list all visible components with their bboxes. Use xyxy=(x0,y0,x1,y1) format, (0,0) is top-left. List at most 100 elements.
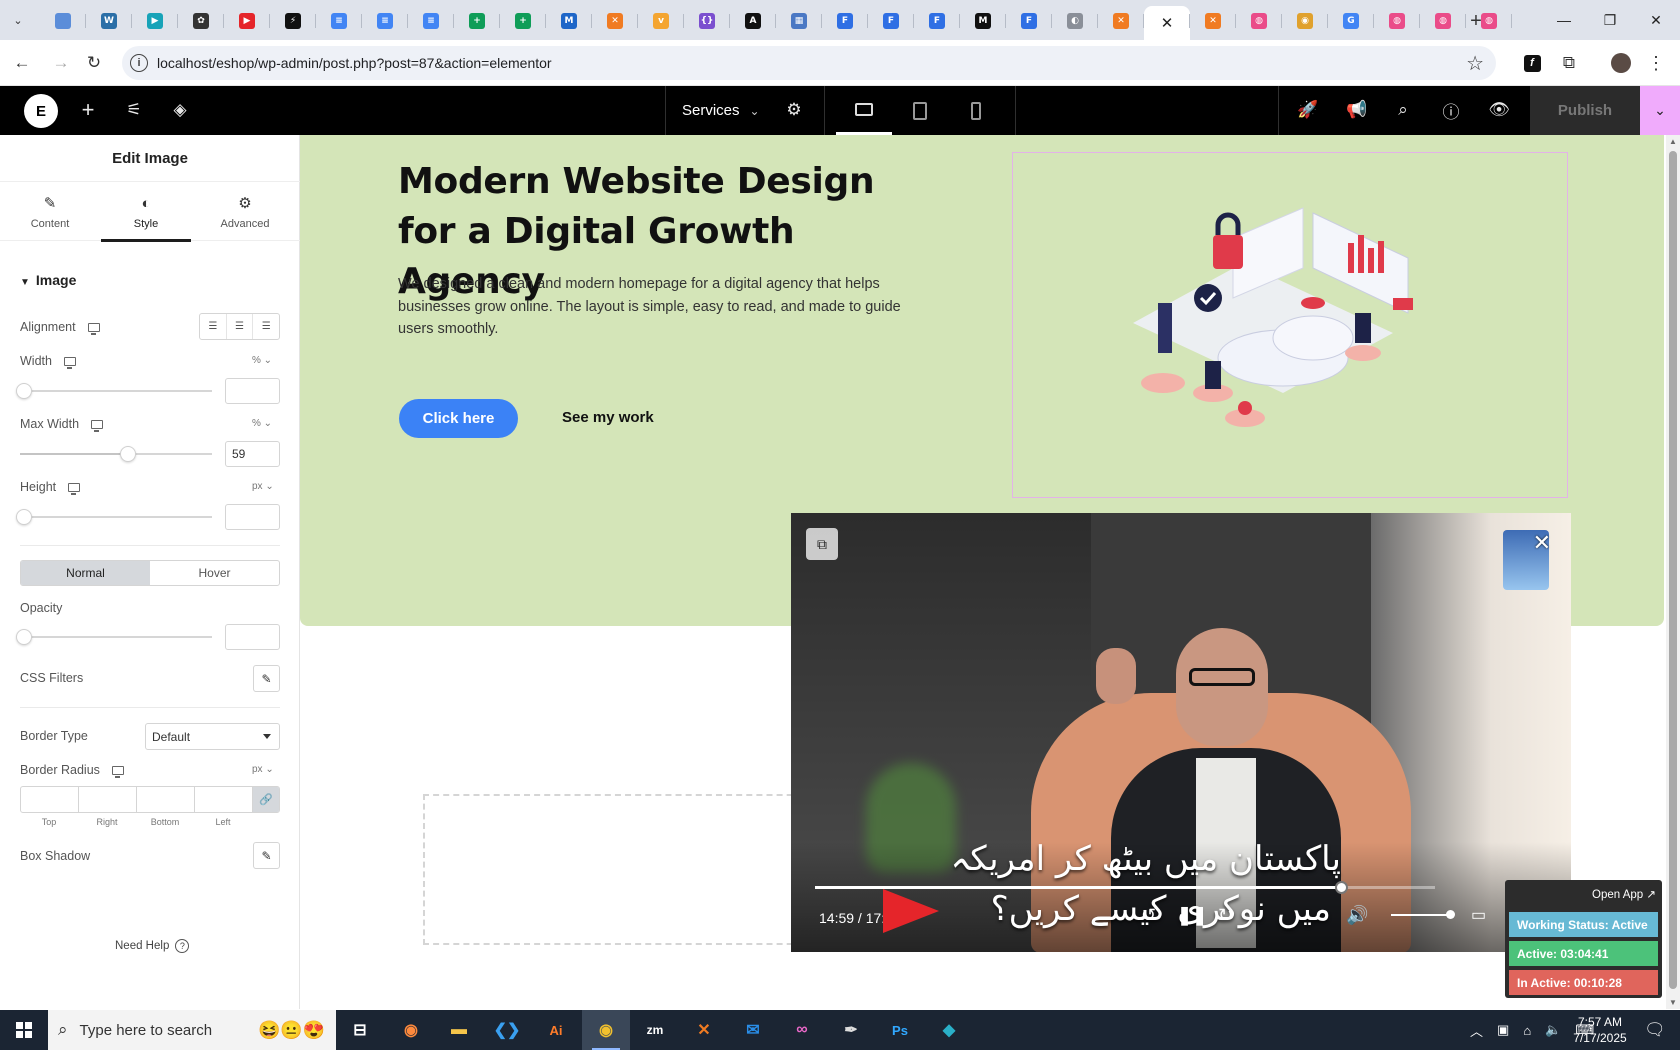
url-text[interactable]: localhost/eshop/wp-admin/post.php?post=8… xyxy=(157,55,552,71)
extension-f-icon[interactable]: f xyxy=(1519,50,1545,76)
new-tab-button[interactable]: + xyxy=(1463,8,1489,34)
tab-search-button[interactable]: ⌄ xyxy=(6,8,30,32)
minimize-window-button[interactable]: — xyxy=(1541,0,1587,40)
vscode-icon[interactable]: ❮❯ xyxy=(483,1010,531,1050)
bookmark-star-icon[interactable]: ☆ xyxy=(1466,51,1484,76)
height-unit-select[interactable]: px ⌄ xyxy=(252,481,274,492)
tab-hover[interactable]: Hover xyxy=(150,561,279,585)
browser-tab[interactable]: F xyxy=(822,6,868,36)
browser-tab[interactable]: ✕ xyxy=(1190,6,1236,36)
see-my-work-link[interactable]: See my work xyxy=(562,409,654,426)
forward-10-icon[interactable]: ↻ xyxy=(1218,905,1233,926)
mobile-view-button[interactable] xyxy=(948,86,1004,135)
browser-tab[interactable]: ◉ xyxy=(1282,6,1328,36)
section-image-toggle[interactable]: ▼ Image xyxy=(20,272,76,288)
opacity-slider[interactable] xyxy=(16,629,212,645)
browser-tab[interactable]: v xyxy=(638,6,684,36)
radius-right-input[interactable] xyxy=(79,787,137,812)
browser-tab[interactable]: ✕ xyxy=(1098,6,1144,36)
align-left-icon[interactable]: ☰ xyxy=(200,314,227,339)
browser-tab[interactable]: ≡ xyxy=(408,6,454,36)
browser-menu-icon[interactable]: ⋮ xyxy=(1643,50,1669,76)
width-slider-handle[interactable] xyxy=(16,383,32,399)
browser-tab[interactable]: F xyxy=(1006,6,1052,36)
rewind-10-icon[interactable]: ↺ xyxy=(1141,905,1156,926)
browser-tab[interactable] xyxy=(40,6,86,36)
tray-overflow-chevron-icon[interactable]: ︿ xyxy=(1470,1021,1483,1040)
tray-app-icon[interactable]: ▣ xyxy=(1497,1022,1509,1038)
browser-tab[interactable]: M xyxy=(546,6,592,36)
tab-style[interactable]: ◐ Style xyxy=(101,183,191,242)
volume-slider-handle[interactable] xyxy=(1446,910,1455,919)
restore-window-button[interactable]: ❐ xyxy=(1587,0,1633,40)
browser-tab[interactable]: ◐ xyxy=(1052,6,1098,36)
notifications-icon[interactable]: 🗨 xyxy=(1644,1010,1666,1050)
max-width-unit-select[interactable]: % ⌄ xyxy=(252,418,272,429)
max-width-slider-handle[interactable] xyxy=(119,446,136,462)
browser-tab[interactable]: ✿ xyxy=(178,6,224,36)
tab-content[interactable]: ✎ Content xyxy=(5,183,95,241)
align-right-icon[interactable]: ☰ xyxy=(253,314,279,339)
rocket-icon[interactable]: 🚀 xyxy=(1296,98,1320,122)
scroll-up-arrow-icon[interactable]: ▲ xyxy=(1669,137,1677,146)
tablet-view-button[interactable] xyxy=(892,86,948,135)
browser-tab[interactable]: ▦ xyxy=(776,6,822,36)
tab-normal[interactable]: Normal xyxy=(21,561,150,585)
task-view-icon[interactable]: ⊟ xyxy=(336,1010,384,1050)
css-filters-edit-pencil-icon[interactable]: ✎ xyxy=(253,665,280,692)
browser-tab[interactable]: ◍ xyxy=(1420,6,1466,36)
max-width-slider[interactable] xyxy=(20,446,212,462)
browser-tab[interactable]: F xyxy=(868,6,914,36)
structure-layers-icon[interactable]: ◈ xyxy=(168,98,192,122)
help-icon[interactable]: ⓘ xyxy=(1439,98,1463,122)
height-slider-handle[interactable] xyxy=(16,509,32,525)
xampp-icon[interactable]: ✕ xyxy=(680,1010,728,1050)
tab-advanced[interactable]: ⚙ Advanced xyxy=(200,183,290,241)
close-pip-icon[interactable]: ✕ xyxy=(1533,530,1551,556)
align-center-icon[interactable]: ☰ xyxy=(227,314,254,339)
taskbar-clock[interactable]: 7:57 AM 7/17/2025 xyxy=(1560,1014,1640,1046)
border-type-select[interactable]: Default xyxy=(145,723,280,750)
site-info-icon[interactable]: i xyxy=(130,54,148,72)
add-element-icon[interactable]: + xyxy=(76,97,100,122)
desktop-monitor-icon[interactable] xyxy=(68,482,81,495)
browser-tab[interactable]: G xyxy=(1328,6,1374,36)
browser-tab[interactable]: + xyxy=(500,6,546,36)
picture-in-picture-video[interactable]: ⧉ ✕ پاکستان میں بیٹھ کر امریکہ میں نوکری… xyxy=(791,513,1571,952)
desktop-monitor-icon[interactable] xyxy=(63,356,76,369)
radius-bottom-input[interactable] xyxy=(137,787,195,812)
back-to-tab-icon[interactable]: ⧉ xyxy=(806,528,838,560)
max-width-input[interactable]: 59 xyxy=(225,441,280,467)
volume-slider[interactable] xyxy=(1391,910,1455,919)
speaker-icon[interactable]: 🔈 xyxy=(1545,1022,1561,1038)
width-input[interactable] xyxy=(225,378,280,404)
opacity-input[interactable] xyxy=(225,624,280,650)
forward-button[interactable]: → xyxy=(48,50,74,76)
border-radius-unit-select[interactable]: px ⌄ xyxy=(252,764,274,775)
desktop-monitor-icon[interactable] xyxy=(111,765,124,778)
empty-column-placeholder[interactable] xyxy=(423,794,823,945)
canvas-scrollbar[interactable]: ▲ ▼ xyxy=(1666,135,1680,1009)
radius-top-input[interactable] xyxy=(21,787,79,812)
start-button[interactable] xyxy=(0,1010,48,1050)
publish-button[interactable]: Publish xyxy=(1530,86,1640,135)
extensions-puzzle-icon[interactable]: ⧉ xyxy=(1556,50,1582,76)
browser-tab[interactable]: ≡ xyxy=(362,6,408,36)
open-app-link[interactable]: Open App ↗ xyxy=(1592,887,1656,901)
hero-description[interactable]: We designed a clean and modern homepage … xyxy=(398,273,918,341)
chrome-icon[interactable]: ◉ xyxy=(582,1010,630,1050)
browser-tab[interactable]: M xyxy=(960,6,1006,36)
app-diamond-icon[interactable]: ◆ xyxy=(925,1010,973,1050)
desktop-monitor-icon[interactable] xyxy=(87,322,100,335)
box-shadow-edit-pencil-icon[interactable]: ✎ xyxy=(253,842,280,869)
preview-eye-icon[interactable]: 👁 xyxy=(1487,98,1511,122)
need-help-link[interactable]: Need Help ? xyxy=(115,939,190,953)
width-slider[interactable] xyxy=(16,383,212,399)
site-settings-icon[interactable]: ⚟ xyxy=(122,98,146,122)
link-values-icon[interactable]: 🔗 xyxy=(253,787,279,812)
active-browser-tab[interactable]: ✕ xyxy=(1144,6,1190,40)
network-icon[interactable]: ⌂ xyxy=(1523,1023,1531,1038)
browser-tab[interactable]: F xyxy=(914,6,960,36)
firefox-icon[interactable]: ◉ xyxy=(387,1010,435,1050)
opacity-slider-handle[interactable] xyxy=(16,629,32,645)
